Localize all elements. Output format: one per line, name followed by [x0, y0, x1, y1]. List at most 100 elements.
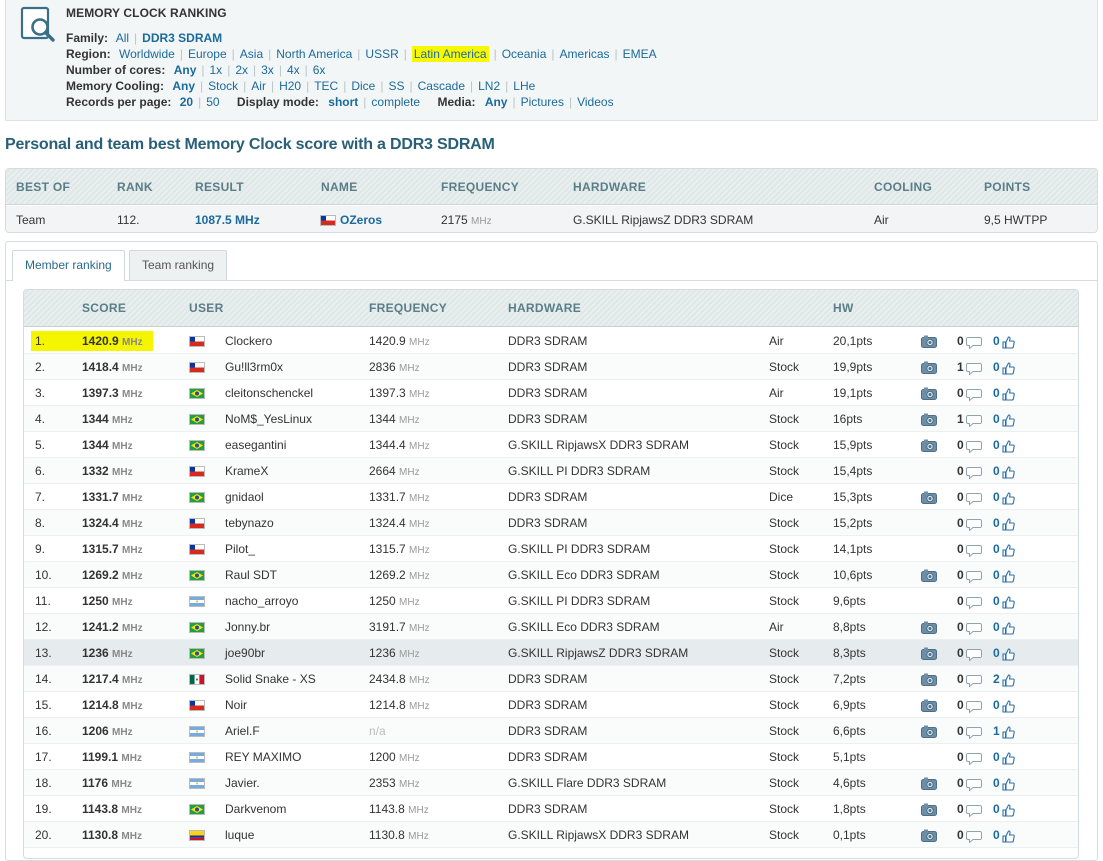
tab-member-ranking[interactable]: Member ranking: [12, 250, 125, 281]
row-score-link[interactable]: 1130.8 MHz: [82, 828, 142, 842]
row-score-link[interactable]: 1199.1 MHz: [82, 750, 142, 764]
ranking-row[interactable]: 12. 1241.2 MHz Jonny.br 3191.7 MHz G.SKILL E…: [24, 614, 1078, 640]
tab-team-ranking[interactable]: Team ranking: [129, 250, 228, 280]
region-option-north-america[interactable]: North America: [276, 47, 352, 61]
row-user-link[interactable]: REY MAXIMO: [225, 750, 301, 764]
row-user-link[interactable]: Solid Snake - XS: [225, 672, 316, 686]
row-score-link[interactable]: 1217.4 MHz: [82, 672, 143, 686]
row-score-link[interactable]: 1418.4 MHz: [82, 360, 143, 374]
row-score-link[interactable]: 1269.2 MHz: [82, 568, 143, 582]
cooling-option-ss[interactable]: SS: [388, 79, 404, 93]
row-user-link[interactable]: luque: [225, 828, 254, 842]
row-score-link[interactable]: 1344 MHz: [82, 412, 133, 426]
ranking-row[interactable]: 8. 1324.4 MHz tebynazo 1324.4 MHz DDR3 SDRAM…: [24, 510, 1078, 536]
row-user-link[interactable]: NoM$_YesLinux: [225, 412, 312, 426]
row-score-link[interactable]: 1143.8 MHz: [82, 802, 142, 816]
row-comments[interactable]: 0: [957, 334, 982, 349]
row-likes[interactable]: 0: [993, 568, 1015, 583]
row-likes[interactable]: 0: [993, 516, 1015, 531]
row-comments[interactable]: 0: [957, 386, 982, 401]
ranking-row[interactable]: 17. 1199.1 MHz REY MAXIMO 1200 MHz DDR3 SDRA…: [24, 744, 1078, 770]
cores-option-4x[interactable]: 4x: [287, 63, 300, 77]
row-user-link[interactable]: joe90br: [225, 646, 265, 660]
row-user-link[interactable]: tebynazo: [225, 516, 274, 530]
family-option-ddr3[interactable]: DDR3 SDRAM: [142, 31, 222, 45]
ranking-row[interactable]: 5. 1344 MHz easegantini 1344.4 MHz G.SKILL R…: [24, 432, 1078, 458]
row-comments[interactable]: 0: [957, 724, 982, 739]
row-comments[interactable]: 1: [957, 412, 982, 427]
row-comments[interactable]: 0: [957, 698, 982, 713]
cores-option-any[interactable]: Any: [174, 63, 197, 77]
row-user-link[interactable]: KrameX: [225, 464, 268, 478]
camera-icon[interactable]: [921, 335, 937, 348]
ranking-row[interactable]: 19. 1143.8 MHz Darkvenom 1143.8 MHz DDR3 SDR…: [24, 796, 1078, 822]
camera-icon[interactable]: [921, 387, 937, 400]
ranking-row[interactable]: 16. 1206 MHz Ariel.F n/a DDR3 SDRAM Stock 6,6p…: [24, 718, 1078, 744]
cooling-option-ln2[interactable]: LN2: [478, 79, 500, 93]
row-user-link[interactable]: Jonny.br: [225, 620, 270, 634]
row-score-link[interactable]: 1344 MHz: [82, 438, 133, 452]
row-likes[interactable]: 0: [993, 698, 1015, 713]
cooling-option-tec[interactable]: TEC: [314, 79, 338, 93]
family-option-all[interactable]: All: [116, 31, 129, 45]
cores-option-1x[interactable]: 1x: [210, 63, 223, 77]
media-option-pictures[interactable]: Pictures: [521, 95, 564, 109]
row-user-link[interactable]: gnidaol: [225, 490, 264, 504]
ranking-row[interactable]: 10. 1269.2 MHz Raul SDT 1269.2 MHz G.SKILL E…: [24, 562, 1078, 588]
region-option-americas[interactable]: Americas: [560, 47, 610, 61]
ranking-row[interactable]: 6. 1332 MHz KrameX 2664 MHz G.SKILL PI DDR3 …: [24, 458, 1078, 484]
records-option-50[interactable]: 50: [206, 95, 219, 109]
row-likes[interactable]: 0: [993, 802, 1015, 817]
row-likes[interactable]: 1: [993, 724, 1015, 739]
cooling-option-dice[interactable]: Dice: [351, 79, 375, 93]
camera-icon[interactable]: [921, 621, 937, 634]
camera-icon[interactable]: [921, 777, 937, 790]
row-likes[interactable]: 0: [993, 412, 1015, 427]
media-option-videos[interactable]: Videos: [577, 95, 613, 109]
cooling-option-cascade[interactable]: Cascade: [418, 79, 465, 93]
row-score-link[interactable]: 1241.2 MHz: [82, 620, 143, 634]
ranking-row[interactable]: 1. 1420.9 MHz Clockero 1420.9 MHz DDR3 SDRAM…: [24, 328, 1078, 354]
camera-icon[interactable]: [921, 803, 937, 816]
display-option-short[interactable]: short: [328, 95, 358, 109]
ranking-row[interactable]: 14. 1217.4 MHz Solid Snake - XS 2434.8 MHz D…: [24, 666, 1078, 692]
row-likes[interactable]: 0: [993, 594, 1015, 609]
region-option-europe[interactable]: Europe: [188, 47, 227, 61]
row-score-link[interactable]: 1250 MHz: [82, 594, 133, 608]
row-comments[interactable]: 0: [957, 776, 982, 791]
row-user-link[interactable]: Gu!ll3rm0x: [225, 360, 283, 374]
row-comments[interactable]: 0: [957, 464, 982, 479]
region-option-worldwide[interactable]: Worldwide: [119, 47, 175, 61]
camera-icon[interactable]: [921, 829, 937, 842]
row-score-link[interactable]: 1315.7 MHz: [82, 542, 143, 556]
ranking-row[interactable]: 4. 1344 MHz NoM$_YesLinux 1344 MHz DDR3 SDRA…: [24, 406, 1078, 432]
row-likes[interactable]: 0: [993, 360, 1015, 375]
ranking-row[interactable]: 13. 1236 MHz joe90br 1236 MHz G.SKILL Ripjaw…: [24, 640, 1078, 666]
row-likes[interactable]: 0: [993, 646, 1015, 661]
row-score-link[interactable]: 1420.9 MHz: [82, 334, 143, 348]
row-user-link[interactable]: Noir: [225, 698, 247, 712]
ranking-row[interactable]: 11. 1250 MHz nacho_arroyo 1250 MHz G.SKILL P…: [24, 588, 1078, 614]
camera-icon[interactable]: [921, 569, 937, 582]
region-option-ussr[interactable]: USSR: [365, 47, 398, 61]
region-option-emea[interactable]: EMEA: [623, 47, 657, 61]
records-option-20[interactable]: 20: [180, 95, 193, 109]
ranking-row[interactable]: 20. 1130.8 MHz luque 1130.8 MHz G.SKILL Ripj…: [24, 822, 1078, 848]
row-likes[interactable]: 0: [993, 620, 1015, 635]
row-comments[interactable]: 0: [957, 594, 982, 609]
row-comments[interactable]: 0: [957, 568, 982, 583]
row-comments[interactable]: 0: [957, 750, 982, 765]
camera-icon[interactable]: [921, 413, 937, 426]
camera-icon[interactable]: [921, 491, 937, 504]
cooling-option-any[interactable]: Any: [172, 79, 195, 93]
row-comments[interactable]: 0: [957, 542, 982, 557]
ranking-row[interactable]: 15. 1214.8 MHz Noir 1214.8 MHz DDR3 SDRAM Sto…: [24, 692, 1078, 718]
row-score-link[interactable]: 1324.4 MHz: [82, 516, 143, 530]
ranking-row[interactable]: 3. 1397.3 MHz cleitonschenckel 1397.3 MHz DD…: [24, 380, 1078, 406]
row-likes[interactable]: 2: [993, 672, 1015, 687]
row-comments[interactable]: 1: [957, 360, 982, 375]
row-comments[interactable]: 0: [957, 672, 982, 687]
cooling-option-air[interactable]: Air: [251, 79, 266, 93]
cooling-option-stock[interactable]: Stock: [208, 79, 238, 93]
row-comments[interactable]: 0: [957, 438, 982, 453]
